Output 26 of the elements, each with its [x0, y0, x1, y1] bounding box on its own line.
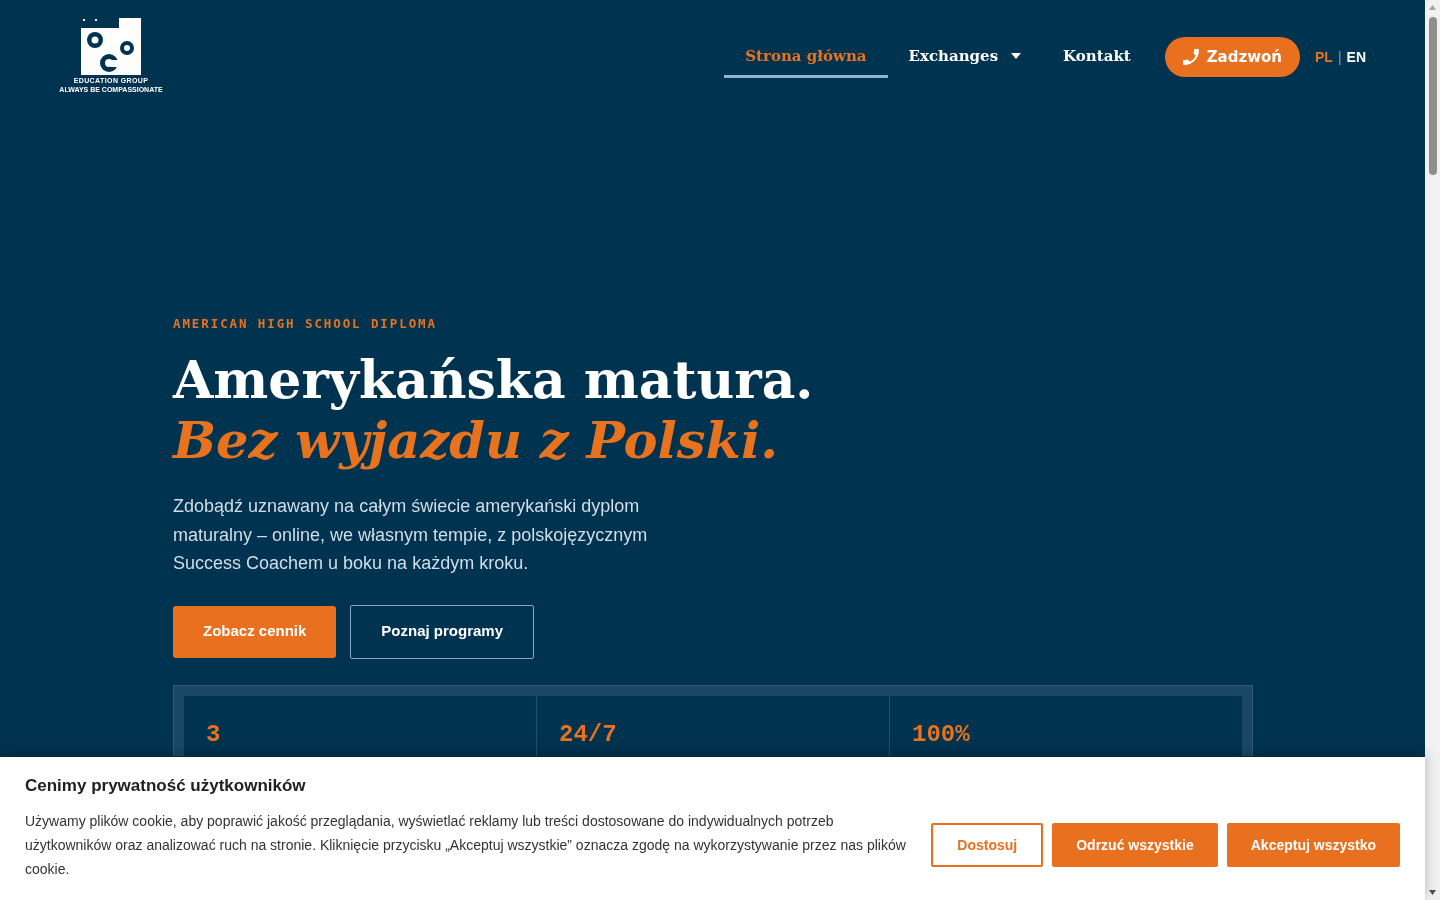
- logo-icon[interactable]: [81, 18, 141, 75]
- cookie-button[interactable]: Dostosuj: [931, 823, 1044, 867]
- phone-icon: [1182, 49, 1199, 65]
- language-link[interactable]: PL: [1315, 46, 1333, 68]
- language-link[interactable]: EN: [1346, 46, 1366, 68]
- nav-link[interactable]: Exchanges: [887, 36, 1043, 78]
- cookie-title: Cenimy prywatność użytkowników: [25, 775, 306, 797]
- scrollbar-thumb[interactable]: [1428, 17, 1437, 175]
- stat-value: 24/7: [559, 720, 617, 749]
- caret-icon: [1011, 53, 1022, 59]
- hero-title-accent: Bez wyjazdu z Polski.: [173, 410, 779, 471]
- stat-value: 3: [206, 720, 221, 749]
- cookie-text: Używamy plików cookie, aby poprawić jakość przeglądania, wyświetlać reklamy lub treści dostosowane do indywidualnych potrzeb użytkowników oraz analizować ruch na stronie. Kliknięcie przycisku „Akceptuj wszystkie” oznacza zgodę na wykorzystywanie przez nas plików cookie.: [25, 812, 907, 879]
- hero-lead: Zdobądź uznawany na całym świecie amerykański dyplom maturalny – online, we własnym tempie, z polskojęzycznym Success Coachem u boku na każdym kroku.: [173, 495, 649, 575]
- hero-title: Amerykańska matura.: [173, 349, 814, 410]
- hero-eyebrow: AMERICAN HIGH SCHOOL DIPLOMA: [173, 316, 437, 332]
- nav-link[interactable]: Strona główna: [724, 36, 888, 78]
- nav-link[interactable]: Kontakt: [1042, 36, 1152, 78]
- cookie-button[interactable]: Odrzuć wszystkie: [1052, 823, 1218, 867]
- programs-button[interactable]: Poznaj programy: [350, 604, 535, 659]
- stat-value: 100%: [912, 720, 970, 749]
- call-button[interactable]: Zadzwoń: [1164, 37, 1300, 77]
- scroll-down-icon[interactable]: [1429, 890, 1436, 895]
- language-separator: |: [1337, 47, 1342, 67]
- pricing-button[interactable]: Zobacz cennik: [173, 605, 337, 658]
- cookie-button[interactable]: Akceptuj wszystko: [1226, 823, 1400, 867]
